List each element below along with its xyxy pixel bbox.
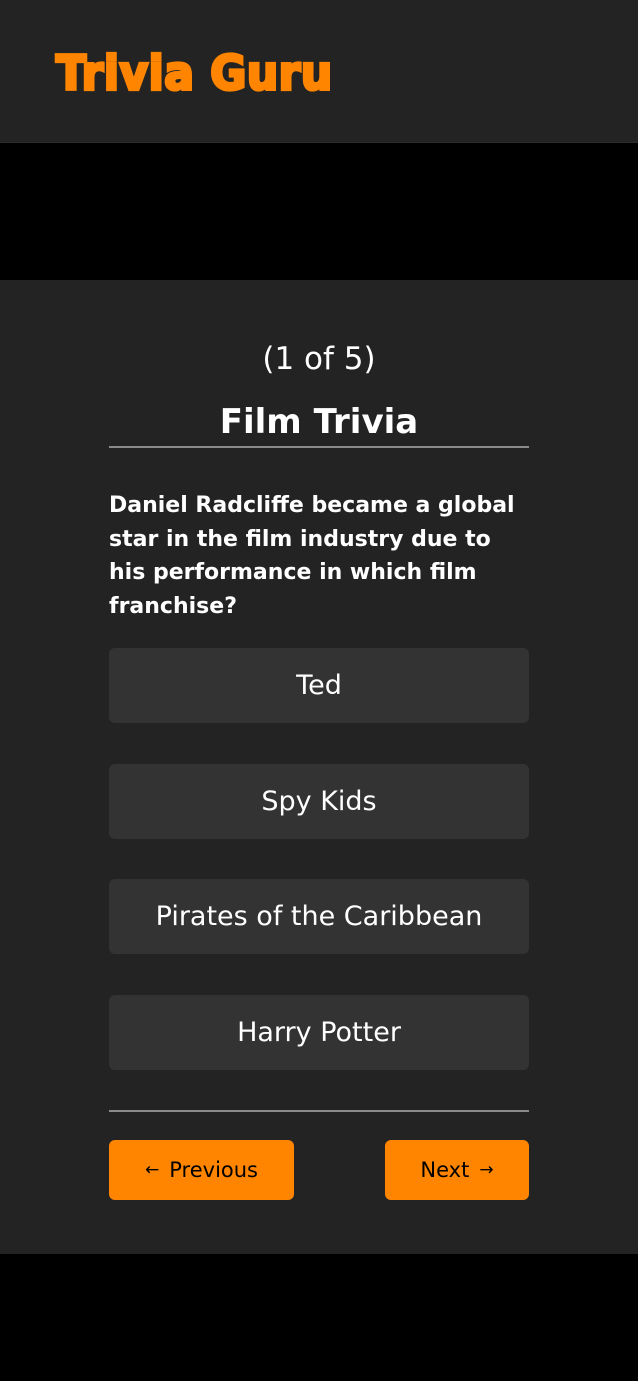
- question-text: Daniel Radcliffe became a global star in…: [109, 493, 515, 619]
- app-logo[interactable]: Trivia Guru: [55, 44, 334, 104]
- footer-area: [0, 1254, 638, 1381]
- answer-option-harry-potter[interactable]: Harry Potter: [109, 995, 529, 1070]
- arrow-right-icon: →: [479, 1159, 494, 1180]
- answer-option-pirates-of-the-caribbean[interactable]: Pirates of the Caribbean: [109, 879, 529, 954]
- category-title: Film Trivia: [219, 402, 419, 442]
- bottom-divider: [109, 1110, 529, 1112]
- question-counter: (1 of 5): [262, 341, 376, 377]
- arrow-left-icon: ←: [145, 1159, 160, 1180]
- previous-button-label: Previous: [169, 1158, 258, 1182]
- answer-option-spy-kids[interactable]: Spy Kids: [109, 764, 529, 839]
- next-button-label: Next: [420, 1158, 470, 1182]
- top-divider: [109, 446, 529, 448]
- app-header: Trivia Guru: [0, 0, 638, 143]
- answer-option-ted[interactable]: Ted: [109, 648, 529, 723]
- banner-area: [0, 144, 638, 280]
- next-button[interactable]: Next →: [385, 1140, 529, 1200]
- previous-button[interactable]: ← Previous: [109, 1140, 294, 1200]
